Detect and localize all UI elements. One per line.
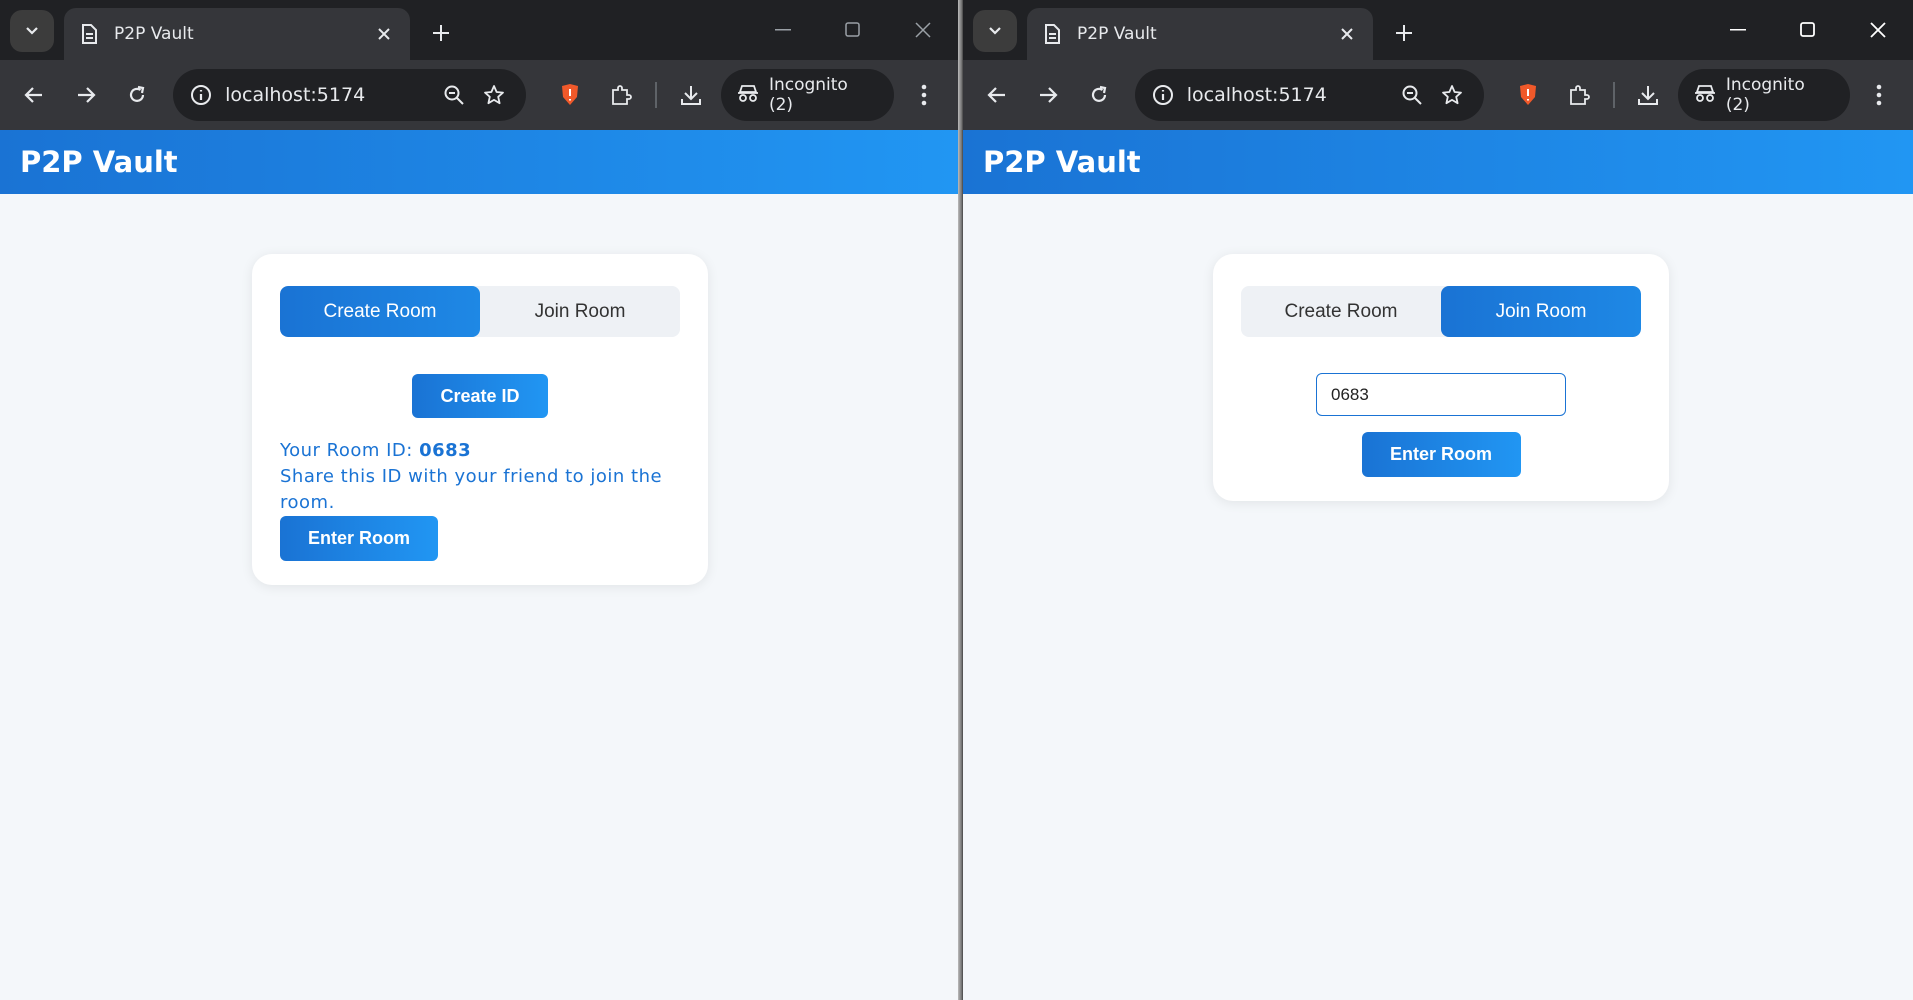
reload-icon[interactable] bbox=[115, 73, 159, 117]
tab-title: P2P Vault bbox=[114, 24, 194, 44]
enter-room-button[interactable]: Enter Room bbox=[1361, 432, 1521, 477]
back-icon[interactable] bbox=[975, 73, 1018, 117]
tab-join-room[interactable]: Join Room bbox=[1441, 286, 1641, 337]
tab-search-icon[interactable] bbox=[10, 10, 54, 52]
extensions-icon[interactable] bbox=[600, 73, 644, 117]
url-text: localhost:5174 bbox=[225, 84, 366, 106]
room-tabs: Create Room Join Room bbox=[1241, 286, 1641, 337]
close-window-icon[interactable] bbox=[888, 0, 958, 60]
tab-create-room[interactable]: Create Room bbox=[1241, 286, 1441, 337]
app-header: P2P Vault bbox=[0, 130, 958, 194]
create-id-button[interactable]: Create ID bbox=[412, 374, 548, 418]
maximize-icon[interactable] bbox=[1773, 0, 1843, 60]
incognito-label: Incognito (2) bbox=[1725, 75, 1805, 115]
info-icon[interactable] bbox=[1149, 81, 1177, 109]
address-bar[interactable]: localhost:5174 bbox=[1134, 69, 1485, 121]
close-icon[interactable] bbox=[372, 22, 396, 46]
toolbar-separator bbox=[655, 82, 658, 108]
brave-shield-icon[interactable] bbox=[1506, 73, 1549, 117]
room-info: Your Room ID: 0683 Share this ID with yo… bbox=[280, 438, 680, 516]
room-tabs: Create Room Join Room bbox=[280, 286, 680, 337]
window-controls bbox=[748, 0, 958, 60]
incognito-button[interactable]: Incognito (2) bbox=[720, 69, 895, 121]
browser-tab[interactable]: P2P Vault bbox=[64, 8, 410, 60]
app-header: P2P Vault bbox=[963, 130, 1913, 194]
browser-tab[interactable]: P2P Vault bbox=[1027, 8, 1373, 60]
url-text: localhost:5174 bbox=[1186, 84, 1327, 106]
forward-icon[interactable] bbox=[64, 73, 108, 117]
favicon-icon bbox=[1041, 23, 1063, 45]
plus-icon[interactable] bbox=[1387, 16, 1421, 50]
app-body: Create Room Join Room 0683 Enter Room bbox=[963, 194, 1913, 1000]
extensions-icon[interactable] bbox=[1557, 73, 1600, 117]
zoom-icon[interactable] bbox=[1392, 75, 1432, 115]
window-controls bbox=[1703, 0, 1913, 60]
plus-icon[interactable] bbox=[424, 16, 458, 50]
address-bar[interactable]: localhost:5174 bbox=[173, 69, 526, 121]
zoom-icon[interactable] bbox=[434, 75, 474, 115]
create-room-card: Create Room Join Room Create ID Your Roo… bbox=[252, 254, 708, 585]
download-icon[interactable] bbox=[1627, 73, 1670, 117]
room-id-input[interactable]: 0683 bbox=[1316, 373, 1566, 416]
minimize-icon[interactable] bbox=[748, 0, 818, 60]
browser-toolbar: localhost:5174 Incognito (2) bbox=[0, 60, 958, 130]
tab-create-room[interactable]: Create Room bbox=[280, 286, 480, 337]
close-icon[interactable] bbox=[1335, 22, 1359, 46]
maximize-icon[interactable] bbox=[818, 0, 888, 60]
tab-title: P2P Vault bbox=[1077, 24, 1157, 44]
room-id-prefix: Your Room ID: bbox=[280, 440, 420, 461]
incognito-button[interactable]: Incognito (2) bbox=[1677, 69, 1850, 121]
share-text: Share this ID with your friend to join t… bbox=[280, 466, 663, 513]
download-icon[interactable] bbox=[669, 73, 713, 117]
enter-room-button[interactable]: Enter Room bbox=[280, 516, 438, 561]
close-window-icon[interactable] bbox=[1843, 0, 1913, 60]
browser-window-left: P2P Vault localhost:5174 Incognito (2) P… bbox=[0, 0, 958, 1000]
browser-window-right: P2P Vault localhost:5174 Incognito (2) P… bbox=[962, 0, 1913, 1000]
tab-search-icon[interactable] bbox=[973, 10, 1017, 52]
incognito-icon bbox=[1694, 84, 1716, 107]
minimize-icon[interactable] bbox=[1703, 0, 1773, 60]
forward-icon[interactable] bbox=[1026, 73, 1069, 117]
menu-icon[interactable] bbox=[1858, 73, 1901, 117]
star-icon[interactable] bbox=[474, 75, 514, 115]
tab-strip: P2P Vault bbox=[963, 0, 1913, 60]
incognito-icon bbox=[737, 84, 759, 107]
room-id-value: 0683 bbox=[419, 440, 472, 461]
back-icon[interactable] bbox=[12, 73, 56, 117]
app-body: Create Room Join Room Create ID Your Roo… bbox=[0, 194, 958, 1000]
app-title: P2P Vault bbox=[983, 145, 1141, 179]
join-room-card: Create Room Join Room 0683 Enter Room bbox=[1213, 254, 1669, 501]
incognito-label: Incognito (2) bbox=[768, 75, 848, 115]
tab-join-room[interactable]: Join Room bbox=[480, 286, 680, 337]
browser-toolbar: localhost:5174 Incognito (2) bbox=[963, 60, 1913, 130]
star-icon[interactable] bbox=[1432, 75, 1472, 115]
app-title: P2P Vault bbox=[20, 145, 178, 179]
tab-strip: P2P Vault bbox=[0, 0, 958, 60]
favicon-icon bbox=[78, 23, 100, 45]
room-id-line: Your Room ID: 0683 bbox=[280, 438, 680, 464]
reload-icon[interactable] bbox=[1078, 73, 1121, 117]
brave-shield-icon[interactable] bbox=[548, 73, 592, 117]
menu-icon[interactable] bbox=[902, 73, 946, 117]
toolbar-separator bbox=[1612, 82, 1615, 108]
info-icon[interactable] bbox=[187, 81, 215, 109]
